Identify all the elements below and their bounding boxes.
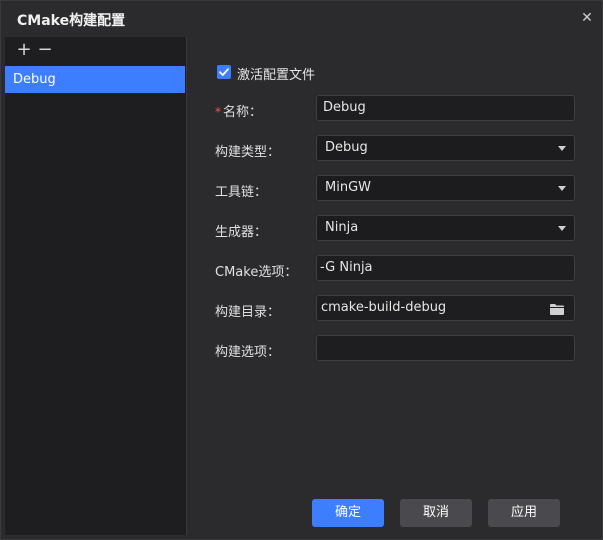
name-label-wrap: * 名称：	[215, 101, 262, 120]
cancel-button[interactable]: 取消	[400, 499, 472, 527]
build-dir-value: cmake-build-debug	[321, 300, 447, 315]
activate-label: 激活配置文件	[237, 68, 316, 83]
build-type-value: Debug	[325, 140, 368, 155]
checkmark-icon	[219, 68, 229, 76]
folder-icon[interactable]	[549, 301, 565, 315]
cmake-options-label: CMake选项：	[215, 265, 298, 280]
name-row: * 名称： Debug	[187, 95, 602, 123]
profile-form: 激活配置文件 * 名称： Debug 构建类型： Debug 工具链： MinGW…	[187, 37, 602, 535]
build-options-row: 构建选项：	[187, 335, 602, 363]
toolchain-row: 工具链： MinGW	[187, 175, 602, 203]
build-dir-input[interactable]: cmake-build-debug	[316, 295, 575, 321]
add-profile-button[interactable]: +	[15, 40, 33, 60]
apply-button[interactable]: 应用	[488, 499, 560, 527]
toolchain-value: MinGW	[325, 180, 371, 195]
cmake-build-config-dialog: CMake构建配置 ✕ + − Debug 激活配置文件 * 名称： Debug …	[0, 0, 603, 540]
build-options-input[interactable]	[316, 335, 575, 361]
cmake-options-row: CMake选项： -G Ninja	[187, 255, 602, 283]
generator-value: Ninja	[325, 220, 359, 235]
build-type-row: 构建类型： Debug	[187, 135, 602, 163]
generator-row: 生成器： Ninja	[187, 215, 602, 243]
name-label: 名称：	[223, 105, 263, 120]
dialog-title: CMake构建配置	[17, 13, 126, 29]
chevron-down-icon	[558, 146, 566, 151]
required-mark: *	[215, 105, 221, 119]
build-type-label: 构建类型：	[215, 145, 281, 160]
build-dir-row: 构建目录： cmake-build-debug	[187, 295, 602, 323]
folder-icon-svg	[550, 304, 564, 315]
close-icon[interactable]: ✕	[579, 10, 595, 26]
activate-checkbox[interactable]	[217, 65, 231, 79]
build-options-label: 构建选项：	[215, 345, 281, 360]
chevron-down-icon	[558, 226, 566, 231]
cmake-options-input[interactable]: -G Ninja	[316, 255, 575, 281]
name-input[interactable]: Debug	[316, 95, 575, 121]
build-type-select[interactable]: Debug	[316, 135, 575, 161]
title-bar: CMake构建配置 ✕	[1, 1, 602, 37]
toolchain-label: 工具链：	[215, 185, 268, 200]
build-dir-label: 构建目录：	[215, 305, 281, 320]
chevron-down-icon	[558, 186, 566, 191]
profile-toolbar: + −	[5, 37, 186, 65]
profile-item-debug[interactable]: Debug	[5, 66, 185, 93]
ok-button[interactable]: 确定	[312, 499, 384, 527]
generator-select[interactable]: Ninja	[316, 215, 575, 241]
toolchain-select[interactable]: MinGW	[316, 175, 575, 201]
profile-list-panel: + − Debug	[5, 37, 186, 535]
remove-profile-button[interactable]: −	[36, 40, 54, 60]
generator-label: 生成器：	[215, 225, 268, 240]
